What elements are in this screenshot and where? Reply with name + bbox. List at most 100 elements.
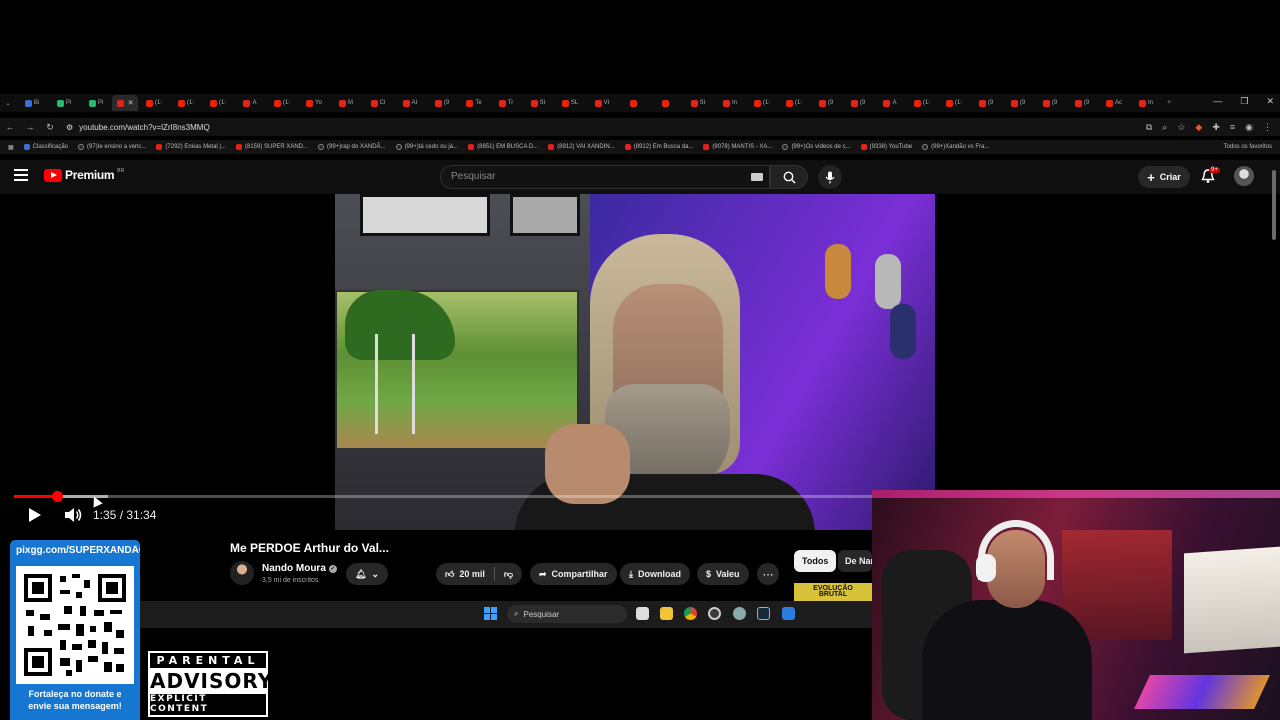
browser-tab[interactable]: (9 xyxy=(1066,95,1098,111)
channel-link[interactable]: Nando Moura ✓ xyxy=(262,563,337,574)
browser-tab[interactable]: St xyxy=(522,95,554,111)
browser-tab[interactable]: (1: xyxy=(170,95,202,111)
bookmark-item[interactable]: Classificação xyxy=(23,144,68,150)
browser-tab[interactable]: (9 xyxy=(1034,95,1066,111)
hamburger-menu-icon[interactable] xyxy=(14,169,28,181)
filter-chip-all[interactable]: Todos xyxy=(794,550,837,572)
browser-tab[interactable]: A xyxy=(234,95,266,111)
bookmark-item[interactable]: (8912) VAI XANDIN... xyxy=(548,144,615,150)
browser-tab[interactable]: (1: xyxy=(138,95,170,111)
browser-tab[interactable]: (9 xyxy=(842,95,874,111)
browser-tab[interactable]: Ac xyxy=(1098,95,1130,111)
new-tab-button[interactable]: + xyxy=(1162,95,1176,111)
voice-search-button[interactable] xyxy=(818,165,842,189)
more-actions-button[interactable]: ⋯ xyxy=(757,563,779,585)
zoom-icon[interactable]: ⌕ xyxy=(1162,122,1167,133)
related-video-thumbnail[interactable]: EVOLUÇÃO BRUTAL xyxy=(794,583,872,601)
browser-tab[interactable] xyxy=(650,95,682,111)
close-window-icon[interactable]: ✕ xyxy=(1266,96,1274,107)
browser-tab[interactable]: Pi xyxy=(48,95,80,111)
browser-tab[interactable]: Cl xyxy=(362,95,394,111)
bookmark-item[interactable]: (8912) Em Busca da... xyxy=(624,144,693,150)
share-button[interactable]: ➦ Compartilhar xyxy=(530,563,617,585)
browser-tab[interactable]: (1: xyxy=(906,95,938,111)
subscription-notifications-button[interactable]: 🔔︎ ⌄ xyxy=(346,563,388,585)
bookmark-item[interactable]: (9338) YouTube xyxy=(860,144,912,150)
browser-tab[interactable]: (1: xyxy=(746,95,778,111)
minimize-icon[interactable]: — xyxy=(1213,96,1222,107)
thanks-button[interactable]: $ Valeu xyxy=(697,563,749,585)
browser-tab[interactable]: Te xyxy=(458,95,490,111)
taskbar-search[interactable]: ⌕ Pesquisar xyxy=(507,605,627,623)
chrome-icon[interactable] xyxy=(684,607,697,620)
browser-tab[interactable]: (9 xyxy=(810,95,842,111)
browser-tab[interactable]: (1: xyxy=(938,95,970,111)
bookmark-item[interactable]: (8851) EM BUSCA D... xyxy=(468,144,538,150)
tab-list-button[interactable]: ⌄ xyxy=(0,95,16,111)
profile-icon[interactable]: ◉ xyxy=(1245,122,1253,133)
steam-icon[interactable] xyxy=(757,607,770,620)
keyboard-icon[interactable] xyxy=(751,173,763,181)
address-bar[interactable]: ⚙ youtube.com/watch?v=lZrI8ns3MMQ xyxy=(66,123,210,132)
bookmark-item[interactable]: (99+)Xandão vs Fra... xyxy=(922,144,989,150)
bookmark-item[interactable]: (9078) MANTIS - XA... xyxy=(703,144,772,150)
browser-tab[interactable]: In xyxy=(1130,95,1162,111)
channel-avatar[interactable] xyxy=(230,561,254,585)
browser-tab[interactable]: (1: xyxy=(266,95,298,111)
play-icon[interactable] xyxy=(28,507,42,523)
more-menu-icon[interactable]: ⋮ xyxy=(1263,122,1272,133)
thumbs-down-icon[interactable]: 👎︎ xyxy=(504,569,522,580)
filter-chip-channel[interactable]: De Nando Moura xyxy=(838,550,872,572)
restore-icon[interactable]: ❐ xyxy=(1240,96,1248,107)
bookmark-item[interactable]: (99+)Os vídeos de c... xyxy=(782,144,851,150)
bookmark-star-icon[interactable]: ☆ xyxy=(1177,122,1185,133)
reload-icon[interactable]: ↻ xyxy=(40,122,60,133)
bookmark-item[interactable]: (97)Ie ensino a venc... xyxy=(78,144,146,150)
bookmark-item[interactable]: (99+)tá cedo ou já... xyxy=(395,144,458,150)
task-view-icon[interactable] xyxy=(636,607,649,620)
bookmark-item[interactable]: (99+)rap do XANDÃ... xyxy=(318,144,386,150)
all-bookmarks-folder[interactable]: Todos os favoritos xyxy=(1224,144,1280,150)
browser-tab[interactable]: (9 xyxy=(1002,95,1034,111)
apps-icon[interactable]: ▦ xyxy=(8,144,14,151)
search-button[interactable] xyxy=(770,165,808,189)
browser-tab[interactable]: A xyxy=(874,95,906,111)
site-info-icon[interactable]: ⚙ xyxy=(66,123,73,132)
windows-start-icon[interactable] xyxy=(484,607,497,620)
video-player[interactable] xyxy=(335,194,935,530)
browser-tab[interactable]: In xyxy=(714,95,746,111)
browser-tab[interactable]: (9 xyxy=(426,95,458,111)
browser-tab[interactable]: AI xyxy=(394,95,426,111)
media-icon[interactable]: ≡ xyxy=(1230,122,1235,133)
progress-scrubber[interactable] xyxy=(51,491,63,502)
volume-icon[interactable] xyxy=(64,507,82,523)
like-count[interactable]: 20 mil xyxy=(459,569,485,579)
browser-tab[interactable]: (1: xyxy=(778,95,810,111)
app-icon[interactable] xyxy=(708,607,721,620)
thumbs-up-icon[interactable]: 👍︎ xyxy=(445,569,454,580)
file-explorer-icon[interactable] xyxy=(660,607,673,620)
account-avatar[interactable] xyxy=(1234,166,1254,186)
tab-close-icon[interactable]: ✕ xyxy=(128,99,134,107)
app-icon[interactable] xyxy=(782,607,795,620)
browser-tab[interactable] xyxy=(618,95,650,111)
download-button[interactable]: ⤓ Download xyxy=(620,563,690,585)
page-scrollbar[interactable] xyxy=(1272,170,1276,240)
bookmark-item[interactable]: (7292) Enéas Metal |... xyxy=(156,144,226,150)
progress-bar[interactable] xyxy=(14,495,872,498)
browser-tab[interactable]: (9 xyxy=(970,95,1002,111)
puzzle-icon[interactable]: ✚ xyxy=(1212,122,1220,133)
browser-tab[interactable]: Bi xyxy=(16,95,48,111)
browser-tab[interactable]: M xyxy=(330,95,362,111)
browser-tab[interactable]: SL xyxy=(554,95,586,111)
extension-icon[interactable]: ◆ xyxy=(1195,122,1202,133)
install-icon[interactable]: ⧉ xyxy=(1146,122,1152,133)
browser-tab[interactable]: Pi xyxy=(80,95,112,111)
forward-icon[interactable]: → xyxy=(20,122,40,132)
browser-tab[interactable]: Tr xyxy=(490,95,522,111)
create-button[interactable]: + Criar xyxy=(1138,166,1190,188)
browser-tab[interactable]: St xyxy=(682,95,714,111)
browser-tab[interactable]: Yo xyxy=(298,95,330,111)
browser-tab[interactable]: VI xyxy=(586,95,618,111)
settings-icon[interactable] xyxy=(733,607,746,620)
